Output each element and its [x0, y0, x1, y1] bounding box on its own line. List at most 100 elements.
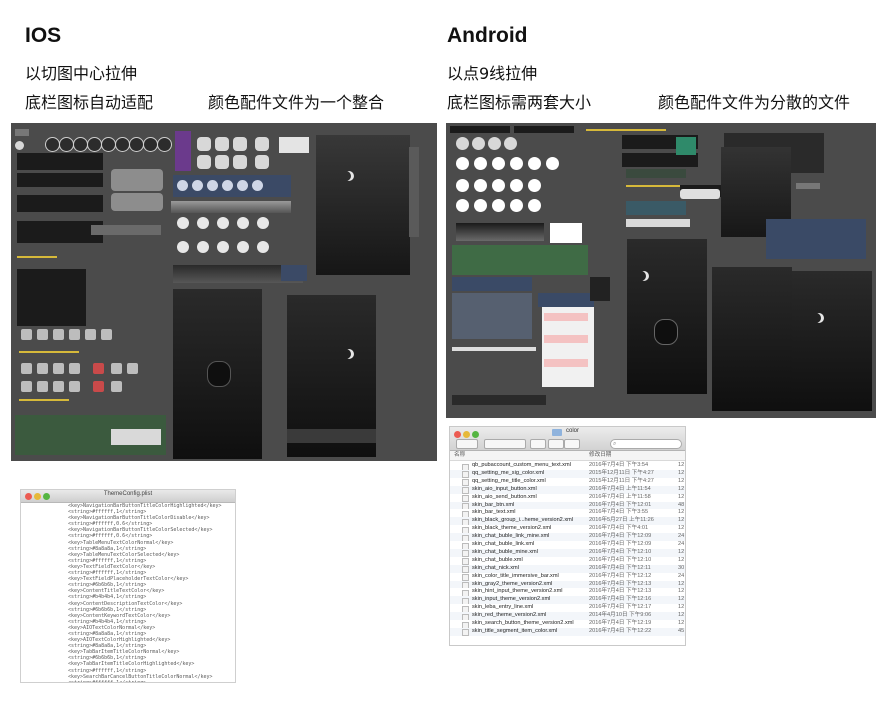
- file-date: 2016年7月4日 下午12:22: [589, 627, 652, 634]
- file-name: skin_hint_input_theme_version2.xml: [472, 588, 563, 595]
- file-size: 12: [678, 477, 685, 484]
- share-button[interactable]: [564, 439, 580, 449]
- plist-title-bar: ThemeConfig.plist: [21, 490, 235, 503]
- zoom-dot-icon[interactable]: [472, 431, 479, 438]
- file-size: 12: [678, 517, 685, 524]
- file-row[interactable]: skin_black_group_i...heme_version2.xml 20…: [450, 517, 685, 526]
- file-size: 12: [678, 612, 685, 619]
- file-name: skin_black_theme_version2.xml: [472, 525, 552, 532]
- file-name: skin_input_theme_version2.xml: [472, 596, 551, 603]
- file-row[interactable]: skin_chat_buble_link.xml 2016年7月4日 下午12:0…: [450, 541, 685, 550]
- file-row[interactable]: skin_aio_send_button.xml 2016年7月4日 上午11:5…: [450, 493, 685, 503]
- file-name: skin_black_group_i...heme_version2.xml: [472, 517, 574, 524]
- file-size: 24: [678, 572, 685, 579]
- plist-window-title: ThemeConfig.plist: [103, 491, 153, 497]
- file-date: 2016年7月4日 下午12:19: [589, 620, 652, 626]
- column-date-header[interactable]: 修改日期: [589, 451, 611, 460]
- file-name: skin_aio_send_button.xml: [472, 493, 537, 500]
- file-size: 12: [678, 462, 685, 468]
- file-row[interactable]: qq_setting_me_title_color.xml 2015年12月11日…: [450, 477, 685, 487]
- file-row[interactable]: skin_input_theme_version2.xml 2016年7月4日 下…: [450, 596, 685, 605]
- file-date: 2014年4月10日 下午9:06: [589, 612, 652, 619]
- file-name: skin_chat_buble.xml: [472, 556, 523, 563]
- arrange-button[interactable]: [530, 439, 546, 449]
- file-name: skin_title_segment_item_color.xml: [472, 627, 558, 634]
- file-date: 2016年7月4日 下午4:01: [589, 525, 649, 532]
- file-name: skin_aio_input_button.xml: [472, 485, 537, 492]
- file-row[interactable]: skin_chat_buble.xml 2016年7月4日 下午12:10 12: [450, 556, 685, 566]
- file-size: 12: [678, 620, 685, 626]
- file-size: 30: [678, 564, 685, 571]
- close-dot-icon[interactable]: [454, 431, 461, 438]
- file-row[interactable]: skin_search_button_theme_version2.xml 201…: [450, 620, 685, 629]
- file-name: qb_pubaccount_custom_menu_text.xml: [472, 462, 571, 468]
- ios-line-tabbar: 底栏图标自动适配: [25, 93, 154, 112]
- file-name: skin_bar_btn.xml: [472, 501, 515, 508]
- finder-toolbar: color ⌕: [450, 427, 685, 451]
- file-date: 2016年7月4日 下午3:54: [589, 462, 649, 468]
- file-size: 12: [678, 548, 685, 555]
- android-design-board: [446, 123, 876, 418]
- plist-editor-window: ThemeConfig.plist <key>NavigationBarButt…: [20, 489, 236, 683]
- file-size: 12: [678, 493, 685, 500]
- file-name: skin_chat_buble_mine.xml: [472, 548, 538, 555]
- action-button[interactable]: [548, 439, 564, 449]
- file-row[interactable]: skin_color_title_immersive_bar.xml 2016年7…: [450, 572, 685, 582]
- file-name: skin_color_title_immersive_bar.xml: [472, 572, 559, 579]
- ios-title: IOS: [25, 24, 62, 47]
- file-size: 12: [678, 509, 685, 516]
- file-size: 12: [678, 596, 685, 603]
- folder-icon: [552, 429, 562, 436]
- ios-line-color-config: 颜色配件文件为一个整合: [208, 93, 385, 112]
- file-row[interactable]: skin_red_theme_version2.xml 2014年4月10日 下午…: [450, 612, 685, 621]
- finder-window-title: color: [566, 428, 580, 434]
- file-name: skin_chat_nick.xml: [472, 564, 519, 571]
- android-line-tabbar: 底栏图标需两套大小: [447, 93, 592, 112]
- file-name: skin_search_button_theme_version2.xml: [472, 620, 574, 626]
- file-name: skin_leba_entry_line.xml: [472, 604, 534, 611]
- file-row[interactable]: skin_chat_nick.xml 2016年7月4日 下午12:11 30: [450, 564, 685, 574]
- file-size: 24: [678, 541, 685, 547]
- file-row[interactable]: skin_black_theme_version2.xml 2016年7月4日 下…: [450, 525, 685, 534]
- file-size: 12: [678, 604, 685, 611]
- minimize-dot-icon[interactable]: [463, 431, 470, 438]
- plist-text-area[interactable]: <key>NavigationBarButtonTitleColorHighli…: [68, 503, 235, 683]
- xml-file-icon: [462, 629, 469, 637]
- finder-column-header: 名称 修改日期: [450, 451, 685, 461]
- file-date: 2016年7月4日 下午12:12: [589, 572, 652, 579]
- plist-line: <key>SearchBarCancelButtonTitleColorNorm…: [68, 673, 213, 680]
- file-row[interactable]: skin_title_segment_item_color.xml 2016年7月…: [450, 627, 685, 637]
- view-mode-buttons[interactable]: [484, 439, 526, 449]
- back-forward-buttons[interactable]: [456, 439, 478, 449]
- file-row[interactable]: skin_chat_buble_mine.xml 2016年7月4日 下午12:1…: [450, 548, 685, 558]
- file-row[interactable]: qb_pubaccount_custom_menu_text.xml 2016年7…: [450, 462, 685, 471]
- file-date: 2016年7月4日 上午11:58: [589, 493, 651, 500]
- column-name-header[interactable]: 名称: [454, 451, 465, 460]
- file-size: 12: [678, 525, 685, 532]
- finder-window: color ⌕ 名称 修改日期 qb_pubaccount_custom_men…: [449, 426, 686, 646]
- file-row[interactable]: skin_aio_input_button.xml 2016年7月4日 上午11:…: [450, 485, 685, 495]
- file-size: 12: [678, 556, 685, 563]
- android-title: Android: [447, 24, 528, 47]
- android-line-color-config: 颜色配件文件为分散的文件: [658, 93, 851, 112]
- file-row[interactable]: skin_chat_buble_link_mine.xml 2016年7月4日 下…: [450, 533, 685, 542]
- file-name: skin_chat_buble_link_mine.xml: [472, 533, 550, 540]
- file-date: 2016年7月4日 上午11:54: [589, 485, 651, 492]
- file-size: 12: [678, 469, 685, 476]
- plist-line: <string>#ffffff,1</string>: [68, 679, 147, 683]
- file-name: qq_setting_me_sig_color.xml: [472, 469, 545, 476]
- file-size: 48: [678, 501, 685, 508]
- file-date: 2016年7月4日 下午12:09: [589, 533, 652, 540]
- file-size: 12: [678, 588, 685, 595]
- file-date: 2015年12月11日 下午4:27: [589, 469, 654, 476]
- file-name: skin_gray2_theme_version2.xml: [472, 580, 553, 587]
- file-row[interactable]: qq_setting_me_sig_color.xml 2015年12月11日 下…: [450, 469, 685, 479]
- file-date: 2015年12月11日 下午4:27: [589, 477, 654, 484]
- search-input[interactable]: [610, 439, 682, 449]
- file-name: skin_bar_text.xml: [472, 509, 516, 516]
- file-row[interactable]: skin_leba_entry_line.xml 2016年7月4日 下午12:1…: [450, 604, 685, 613]
- file-date: 2016年7月4日 下午12:09: [589, 541, 652, 547]
- android-line-stretch: 以点9线拉伸: [447, 64, 538, 83]
- file-row[interactable]: skin_bar_btn.xml 2016年7月4日 下午12:01 48: [450, 501, 685, 510]
- ios-design-board: [11, 123, 437, 461]
